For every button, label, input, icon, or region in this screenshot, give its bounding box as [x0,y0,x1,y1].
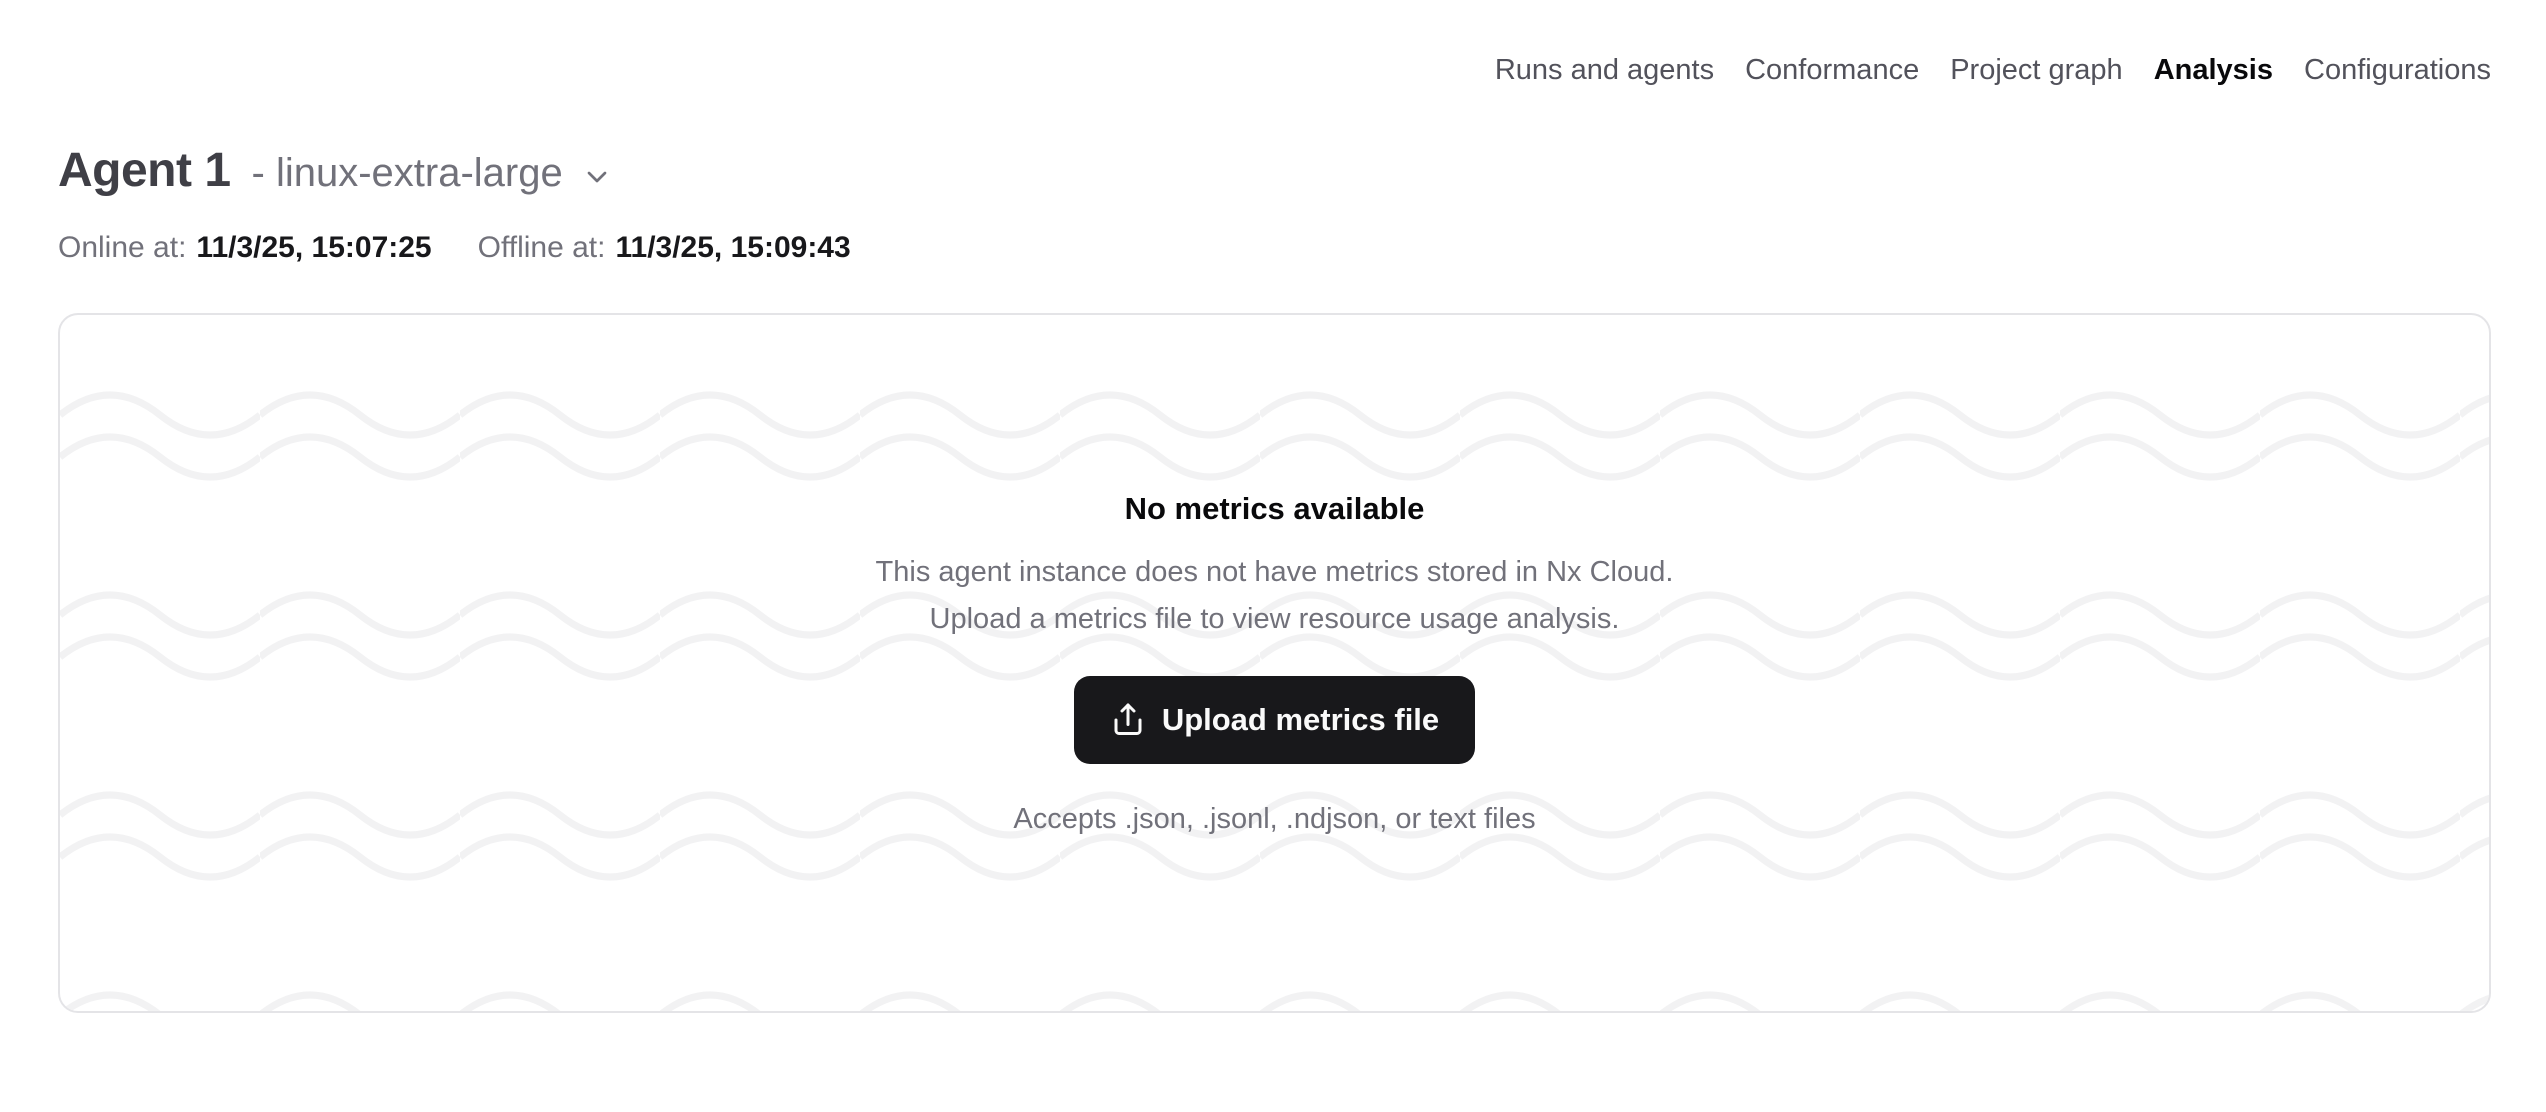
offline-at-label: Offline at: [478,229,606,267]
upload-metrics-file-button[interactable]: Upload metrics file [1074,676,1475,764]
empty-state-description-line2: Upload a metrics file to view resource u… [876,596,1674,643]
online-at-value: 11/3/25, 15:07:25 [196,229,431,267]
empty-state-content: No metrics available This agent instance… [876,489,1674,838]
chevron-down-icon [581,161,613,193]
empty-state-description: This agent instance does not have metric… [876,549,1674,643]
online-at-label: Online at: [58,229,186,267]
metrics-empty-state-card: No metrics available This agent instance… [58,313,2491,1013]
empty-state-description-line1: This agent instance does not have metric… [876,549,1674,596]
agent-type-label: - linux-extra-large [252,149,563,197]
nav-item-analysis[interactable]: Analysis [2154,52,2273,88]
nav-item-runs-and-agents[interactable]: Runs and agents [1495,52,1714,88]
agent-analysis-page: Runs and agents Conformance Project grap… [0,0,2546,1112]
top-navigation: Runs and agents Conformance Project grap… [58,0,2491,88]
offline-at: Offline at: 11/3/25, 15:09:43 [478,229,851,267]
accepted-file-types-note: Accepts .json, .jsonl, .ndjson, or text … [1013,800,1535,838]
nav-item-conformance[interactable]: Conformance [1745,52,1919,88]
page-title: Agent 1 [58,143,231,199]
nav-item-configurations[interactable]: Configurations [2304,52,2491,88]
empty-state-title: No metrics available [1125,489,1425,529]
nav-item-project-graph[interactable]: Project graph [1950,52,2123,88]
online-at: Online at: 11/3/25, 15:07:25 [58,229,432,267]
agent-selector-dropdown[interactable] [581,161,613,193]
offline-at-value: 11/3/25, 15:09:43 [615,229,850,267]
upload-icon [1110,702,1146,738]
upload-button-label: Upload metrics file [1162,702,1439,738]
agent-timestamps: Online at: 11/3/25, 15:07:25 Offline at:… [58,229,2491,267]
agent-header: Agent 1 - linux-extra-large [58,143,2491,199]
